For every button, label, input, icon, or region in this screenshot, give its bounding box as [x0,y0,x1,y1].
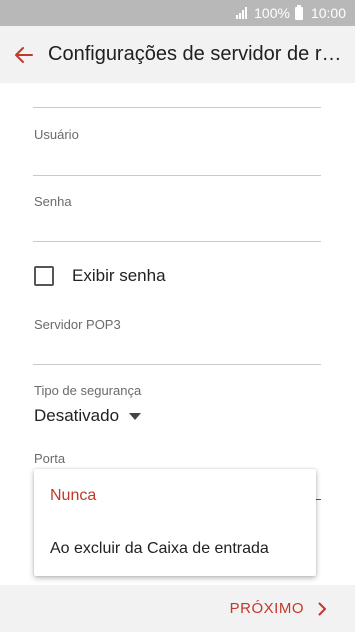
chevron-right-icon [318,602,327,616]
battery-icon [294,4,303,20]
status-bar: 100% 10:00 [0,0,355,26]
arrow-left-icon [15,46,33,63]
signal-icon [236,7,248,19]
show-password-checkbox-row[interactable]: Exibir senha [34,266,166,286]
dropdown-option-nunca[interactable]: Nunca [34,469,316,522]
delete-policy-dropdown: Nunca Ao excluir da Caixa de entrada [34,469,316,576]
form-content: Usuário Senha Exibir senha Servidor POP3… [0,83,355,585]
username-input[interactable] [33,175,321,176]
back-button[interactable] [0,26,48,83]
show-password-checkbox[interactable] [34,266,54,286]
dropdown-option-delete-from-inbox[interactable]: Ao excluir da Caixa de entrada [34,522,316,575]
password-label: Senha [34,194,72,209]
bottom-bar: PRÓXIMO [0,585,355,632]
password-input[interactable] [33,241,321,242]
field-underline [33,107,321,108]
security-type-value: Desativado [34,406,120,425]
next-label: PRÓXIMO [229,600,304,617]
next-button[interactable]: PRÓXIMO [230,600,355,617]
page-title: Configurações de servidor de rec… [48,43,348,65]
pop3-server-label: Servidor POP3 [34,317,121,332]
security-type-select[interactable]: Desativado [34,406,142,426]
battery-percentage: 100% [254,5,290,21]
show-password-label: Exibir senha [72,266,166,285]
username-label: Usuário [34,127,79,142]
app-bar: Configurações de servidor de rec… [0,26,355,83]
port-label: Porta [34,451,66,466]
caret-down-icon [129,412,142,420]
security-type-label: Tipo de segurança [34,383,142,398]
pop3-server-input[interactable] [33,364,321,365]
clock: 10:00 [310,5,346,21]
